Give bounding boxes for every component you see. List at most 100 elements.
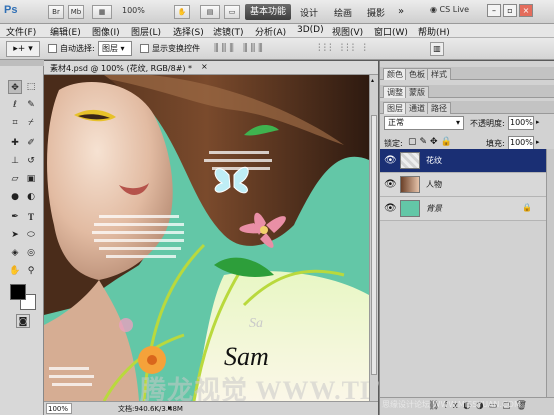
tab-channels[interactable]: 通道 [405,102,429,114]
layers-list-empty-area [380,221,546,397]
3d-rotate-icon[interactable]: ◈ [8,246,22,260]
tools-panel-header [0,60,44,66]
lock-options-icons[interactable]: ▢✎✥🔒 [408,137,455,147]
tab-layers[interactable]: 图层 [383,102,407,114]
lasso-tool-icon[interactable]: ℓ [8,98,22,112]
menu-help[interactable]: 帮助(H) [418,25,450,38]
quick-mask-icon[interactable]: ◙ [16,314,30,328]
adjustments-panel-tabs: 调整 蒙版 [380,85,554,98]
more-workspaces-chevron-icon[interactable]: » [398,6,404,17]
marquee-tool-icon[interactable]: ⬚ [24,80,38,94]
cs-live-button[interactable]: ◉ CS Live [430,5,469,14]
scrollbar-thumb[interactable] [371,115,377,375]
show-transform-label: 显示变换控件 [152,44,200,53]
layer-row[interactable]: 👁 花纹 [380,149,546,173]
shape-tool-icon[interactable]: ⬭ [24,228,38,242]
cs-live-label: CS Live [439,5,470,14]
document-canvas[interactable]: Sam Sa [44,75,369,401]
tab-styles[interactable]: 样式 [427,68,451,80]
tab-masks[interactable]: 蒙版 [405,86,429,98]
restore-icon[interactable]: ▫ [503,4,517,17]
type-tool-icon[interactable]: T [24,210,38,224]
eyedropper-icon[interactable]: ⌿ [24,116,38,130]
menu-analysis[interactable]: 分析(A) [255,25,286,38]
view-extras-button[interactable]: ▦ [92,5,112,19]
bridge-button[interactable]: Br [48,5,64,19]
fill-field[interactable]: 100% [508,136,534,150]
show-transform-checkbox[interactable] [140,44,149,53]
menu-file[interactable]: 文件(F) [6,25,36,38]
visibility-eye-icon[interactable]: 👁 [384,155,397,166]
move-tool-icon[interactable]: ✥ [8,80,22,94]
mini-bridge-button[interactable]: Mb [68,5,84,19]
auto-select-label: 自动选择: [60,44,95,53]
close-document-icon[interactable]: × [201,62,208,71]
blend-mode-select[interactable]: 正常 ▾ [384,116,464,130]
workspace-design[interactable]: 设计 [300,6,318,19]
scroll-up-icon[interactable]: ▴ [371,77,377,84]
menu-edit[interactable]: 编辑(E) [50,25,81,38]
document-tab[interactable]: 素材4.psd @ 100% (花纹, RGB/8#) * × [44,61,378,75]
lock-label: 锁定: [384,139,403,148]
tool-preset-picker[interactable]: ▸+ ▾ [6,41,40,57]
menu-filter[interactable]: 滤镜(T) [213,25,244,38]
dodge-tool-icon[interactable]: ◐ [24,190,38,204]
auto-align-icon[interactable]: ▥ [430,42,444,56]
3d-camera-icon[interactable]: ◎ [24,246,38,260]
quick-selection-icon[interactable]: ✎ [24,98,38,112]
color-panel-tabs: 颜色 色板 样式 [380,67,554,80]
layers-scrollbar[interactable] [546,149,554,397]
healing-brush-icon[interactable]: ✚ [8,136,22,150]
pen-tool-icon[interactable]: ✒ [8,210,22,224]
menu-layer[interactable]: 图层(L) [131,25,161,38]
fill-label: 填充: [486,139,505,148]
auto-select-value: 图层 [102,44,118,53]
layer-row[interactable]: 👁 背景 🔒 [380,197,546,221]
opacity-field[interactable]: 100% [508,116,534,130]
history-brush-icon[interactable]: ↺ [24,154,38,168]
workspace-photography[interactable]: 摄影 [367,6,385,19]
hand-tool-icon[interactable]: ✋ [8,264,22,278]
zoom-level-select[interactable]: 100% [122,6,145,15]
auto-select-dropdown[interactable]: 图层 ▾ [98,41,132,56]
opacity-dropdown-icon[interactable]: ▸ [536,118,540,126]
brush-tool-icon[interactable]: ✐ [24,136,38,150]
gradient-tool-icon[interactable]: ▣ [24,172,38,186]
menu-select[interactable]: 选择(S) [173,25,204,38]
foreground-color-swatch[interactable] [10,284,26,300]
path-selection-icon[interactable]: ➤ [8,228,22,242]
screen-mode-button[interactable]: ▭ [224,5,240,19]
panel-dock: 颜色 色板 样式 调整 蒙版 图层 通道 路径 正常 ▾ 不透明度: 100% ▸… [379,61,554,415]
visibility-eye-icon[interactable]: 👁 [384,203,397,214]
crop-tool-icon[interactable]: ⌗ [8,116,22,130]
menu-image[interactable]: 图像(I) [92,25,120,38]
distribute-buttons-icon[interactable]: ⫶⫶⫶ ⫶⫶⫶ ⫶ [318,43,369,54]
tab-swatches[interactable]: 色板 [405,68,429,80]
visibility-eye-icon[interactable]: 👁 [384,179,397,190]
minimize-icon[interactable]: – [487,4,501,17]
layer-row[interactable]: 👁 人物 [380,173,546,197]
workspace-painting[interactable]: 绘画 [334,6,352,19]
menu-window[interactable]: 窗口(W) [374,25,408,38]
eraser-tool-icon[interactable]: ▱ [8,172,22,186]
document-title: 素材4.psd @ 100% (花纹, RGB/8#) * [50,64,193,73]
fill-dropdown-icon[interactable]: ▸ [536,138,540,146]
close-icon[interactable]: × [519,4,533,17]
workspace-essentials[interactable]: 基本功能 [245,4,291,20]
vertical-scrollbar[interactable]: ▴ [369,75,378,401]
auto-select-checkbox[interactable] [48,44,57,53]
arrange-documents-button[interactable]: ▤ [200,5,220,19]
tab-paths[interactable]: 路径 [427,102,451,114]
tab-adjustments[interactable]: 调整 [383,86,407,98]
menu-view[interactable]: 视图(V) [332,25,363,38]
menu-bar: 文件(F) 编辑(E) 图像(I) 图层(L) 选择(S) 滤镜(T) 分析(A… [0,24,554,38]
status-menu-arrow-icon[interactable]: ▸ [168,403,172,412]
hand-tool-icon[interactable]: ✋ [174,5,190,19]
align-buttons-icon[interactable]: ⫼⫼⫼ ⫼⫼⫼ [214,43,266,54]
tab-color[interactable]: 颜色 [383,68,407,80]
clone-stamp-icon[interactable]: ⊥ [8,154,22,168]
blur-tool-icon[interactable]: ● [8,190,22,204]
menu-3d[interactable]: 3D(D) [297,25,324,35]
status-zoom-field[interactable]: 100% [46,403,72,414]
zoom-tool-icon[interactable]: ⚲ [24,264,38,278]
